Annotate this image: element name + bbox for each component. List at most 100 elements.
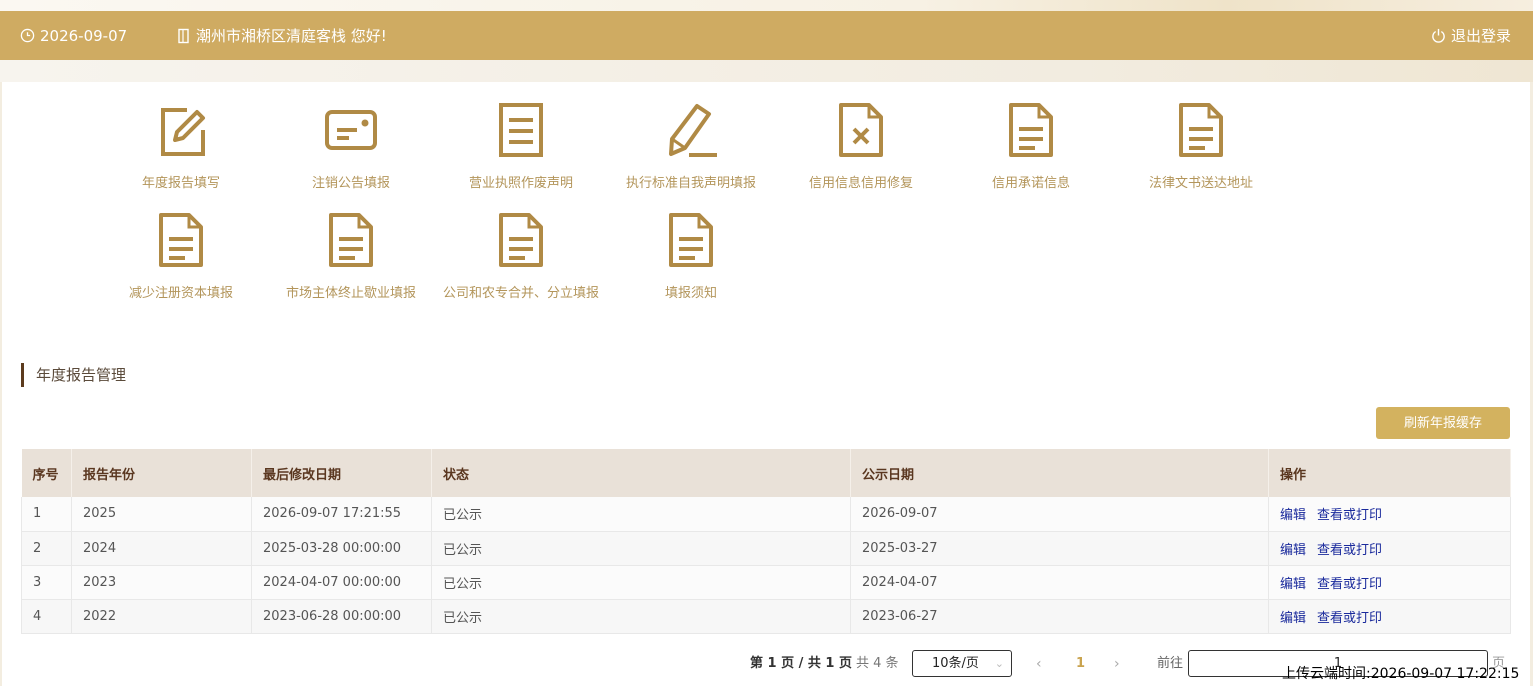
logout-label: 退出登录 [1450, 27, 1511, 45]
cell-year: 2022 [71, 599, 252, 634]
header-date-text: 2026-09-07 [40, 26, 128, 45]
shortcut-merger-split[interactable]: 公司和农专合并、分立填报 [436, 192, 606, 301]
shortcut-credit-repair[interactable]: 信用信息信用修复 [776, 82, 946, 191]
prev-page-button[interactable]: ‹ [1036, 650, 1042, 678]
table-row: 2 2024 2025-03-28 00:00:00 已公示 2025-03-2… [21, 531, 1511, 566]
edit-link[interactable]: 编辑 [1280, 611, 1306, 626]
shortcut-credit-commitment[interactable]: 信用承诺信息 [946, 82, 1116, 191]
cell-actions: 编辑 查看或打印 [1268, 531, 1511, 566]
shortcut-label: 信用承诺信息 [991, 176, 1070, 191]
shortcut-legal-address[interactable]: 法律文书送达地址 [1116, 82, 1286, 191]
cell-publish-date: 2023-06-27 [850, 599, 1269, 634]
card-icon [325, 110, 377, 150]
cell-actions: 编辑 查看或打印 [1268, 497, 1511, 532]
cell-modified: 2025-03-28 00:00:00 [251, 531, 432, 566]
cell-year: 2024 [71, 531, 252, 566]
page-size-select[interactable]: 10条/页 ⌄ [912, 650, 1012, 677]
col-header-actions: 操作 [1268, 449, 1511, 497]
edit-icon [161, 108, 205, 156]
pagination-page-info: 第 1 页 / 共 1 页 [750, 656, 852, 671]
shortcut-label: 公司和农专合并、分立填报 [442, 286, 599, 301]
shortcut-label: 减少注册资本填报 [128, 286, 233, 301]
document-icon [499, 103, 543, 157]
shortcut-license-void[interactable]: 营业执照作废声明 [436, 82, 606, 191]
table-header-row: 序号 报告年份 最后修改日期 状态 公示日期 操作 [21, 449, 1511, 497]
header-date: 2026-09-07 [20, 11, 127, 60]
annual-report-table: 序号 报告年份 最后修改日期 状态 公示日期 操作 1 2025 2026-09… [21, 449, 1511, 634]
goto-label: 前往 [1157, 656, 1184, 671]
cell-status: 已公示 [431, 497, 851, 532]
shortcut-standard-declaration[interactable]: 执行标准自我声明填报 [606, 82, 776, 191]
shortcut-label: 法律文书送达地址 [1148, 176, 1253, 191]
power-icon [1432, 28, 1445, 43]
shortcut-capital-reduction[interactable]: 减少注册资本填报 [96, 192, 266, 301]
shortcut-cancellation-notice[interactable]: 注销公告填报 [266, 82, 436, 191]
pagination-total: 共 4 条 [856, 656, 899, 671]
logout-button[interactable]: 退出登录 [1431, 11, 1511, 60]
cell-no: 3 [21, 565, 72, 600]
table-row: 1 2025 2026-09-07 17:21:55 已公示 2026-09-0… [21, 497, 1511, 532]
edit-link[interactable]: 编辑 [1280, 577, 1306, 592]
document-icon [159, 213, 203, 267]
cell-modified: 2026-09-07 17:21:55 [251, 497, 432, 532]
section-title: 年度报告管理 [21, 363, 126, 387]
cell-publish-date: 2026-09-07 [850, 497, 1269, 532]
cell-modified: 2023-06-28 00:00:00 [251, 599, 432, 634]
page-number-current[interactable]: 1 [1076, 650, 1085, 678]
document-icon [1009, 103, 1053, 157]
shortcut-label: 填报须知 [664, 286, 717, 301]
cell-publish-date: 2025-03-27 [850, 531, 1269, 566]
table-row: 3 2023 2024-04-07 00:00:00 已公示 2024-04-0… [21, 565, 1511, 600]
edit-link[interactable]: 编辑 [1280, 543, 1306, 558]
shortcut-label: 信用信息信用修复 [808, 176, 913, 191]
refresh-cache-button[interactable]: 刷新年报缓存 [1376, 407, 1510, 439]
shortcut-filing-notes[interactable]: 填报须知 [606, 192, 776, 301]
shortcut-label: 注销公告填报 [311, 176, 390, 191]
cell-status: 已公示 [431, 599, 851, 634]
view-print-link[interactable]: 查看或打印 [1317, 543, 1382, 558]
view-print-link[interactable]: 查看或打印 [1317, 611, 1382, 626]
col-header-no: 序号 [21, 449, 72, 497]
col-header-status: 状态 [431, 449, 851, 497]
shortcut-label: 执行标准自我声明填报 [625, 176, 756, 191]
upload-time-overlay: 上传云端时间:2026-09-07 17:22:15 [1282, 666, 1520, 682]
cell-status: 已公示 [431, 531, 851, 566]
shortcut-termination[interactable]: 市场主体终止歇业填报 [266, 192, 436, 301]
cell-actions: 编辑 查看或打印 [1268, 599, 1511, 634]
document-icon [499, 213, 543, 267]
cell-year: 2023 [71, 565, 252, 600]
cell-no: 1 [21, 497, 72, 532]
document-icon [329, 213, 373, 267]
header-greeting: 潮州市湘桥区清庭客栈 您好! [177, 11, 387, 60]
chevron-down-icon: ⌄ [994, 657, 1004, 670]
shortcut-annual-report[interactable]: 年度报告填写 [96, 82, 266, 191]
edit-link[interactable]: 编辑 [1280, 508, 1306, 523]
view-print-link[interactable]: 查看或打印 [1317, 577, 1382, 592]
cell-actions: 编辑 查看或打印 [1268, 565, 1511, 600]
table-row: 4 2022 2023-06-28 00:00:00 已公示 2023-06-2… [21, 599, 1511, 634]
header-bar: 2026-09-07 潮州市湘桥区清庭客栈 您好! 退出登录 [0, 11, 1533, 60]
top-decor-strip [0, 0, 1533, 11]
cell-no: 4 [21, 599, 72, 634]
shortcut-label: 年度报告填写 [141, 176, 220, 191]
page-size-value: 10条/页 [932, 656, 979, 671]
pencil-icon [669, 104, 717, 157]
cell-no: 2 [21, 531, 72, 566]
cell-publish-date: 2024-04-07 [850, 565, 1269, 600]
view-print-link[interactable]: 查看或打印 [1317, 508, 1382, 523]
col-header-modified: 最后修改日期 [251, 449, 432, 497]
shortcut-label: 营业执照作废声明 [468, 176, 573, 191]
col-header-year: 报告年份 [71, 449, 252, 497]
main-panel: 年度报告填写 注销公告填报 营业执照作废声明 执行标准自我声明填报 信用信息信用… [2, 82, 1530, 686]
document-icon [669, 213, 713, 267]
clock-icon [20, 28, 35, 43]
cell-status: 已公示 [431, 565, 851, 600]
col-header-publish-date: 公示日期 [850, 449, 1269, 497]
document-x-icon [839, 103, 883, 157]
header-shadow [0, 60, 1533, 82]
cell-modified: 2024-04-07 00:00:00 [251, 565, 432, 600]
header-greeting-text: 潮州市湘桥区清庭客栈 您好! [196, 27, 387, 45]
next-page-button[interactable]: › [1114, 650, 1120, 678]
cell-year: 2025 [71, 497, 252, 532]
document-icon [1179, 103, 1223, 157]
